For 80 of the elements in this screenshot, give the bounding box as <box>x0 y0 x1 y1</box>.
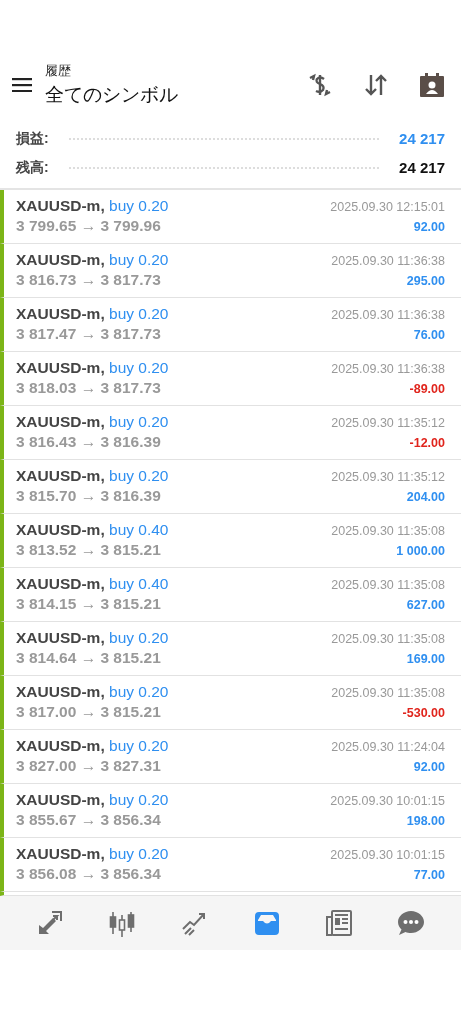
deal-title: XAUUSD-m, buy 0.20 <box>16 413 169 431</box>
candlestick-icon <box>108 909 137 937</box>
deal-prices: 3 817.00 → 3 815.21 <box>16 703 161 721</box>
deal-row[interactable]: XAUUSD-m, buy 0.20 2025.09.30 10:01:15 3 855.67 → 3 856.34 198.00 <box>0 784 461 838</box>
chat-icon <box>396 909 425 937</box>
deal-row[interactable]: XAUUSD-m, buy 0.20 2025.09.30 11:24:04 3 827.00 → 3 827.31 92.00 <box>0 730 461 784</box>
deal-row[interactable]: XAUUSD-m, buy 0.20 2025.09.30 12:15:01 3 799.65 → 3 799.96 92.00 <box>0 190 461 244</box>
deal-title: XAUUSD-m, buy 0.20 <box>16 467 169 485</box>
newspaper-icon <box>324 909 353 937</box>
deal-profit: 204.00 <box>406 490 445 504</box>
deal-row[interactable]: XAUUSD-m, buy 0.20 2025.09.30 10:01:15 3 856.08 → 3 856.34 77.00 <box>0 838 461 892</box>
deal-prices: 3 855.67 → 3 856.34 <box>16 811 161 829</box>
deal-profit: 627.00 <box>406 598 445 612</box>
menu-icon[interactable] <box>12 78 32 92</box>
deal-title: XAUUSD-m, buy 0.40 <box>16 521 169 539</box>
header-title[interactable]: 全てのシンボル <box>45 82 307 108</box>
deal-prices: 3 814.64 → 3 815.21 <box>16 649 161 667</box>
deal-prices: 3 816.43 → 3 816.39 <box>16 433 161 451</box>
deal-time: 2025.09.30 11:35:08 <box>331 686 445 700</box>
arrows-icon <box>36 909 65 937</box>
deal-row[interactable]: XAUUSD-m, buy 0.20 2025.09.30 11:35:08 3 817.00 → 3 815.21 -530.00 <box>0 676 461 730</box>
deal-title: XAUUSD-m, buy 0.20 <box>16 737 169 755</box>
deal-profit: 92.00 <box>413 760 445 774</box>
deal-profit: 169.00 <box>406 652 445 666</box>
deal-time: 2025.09.30 11:35:12 <box>331 416 445 430</box>
deal-prices: 3 799.65 → 3 799.96 <box>16 217 161 235</box>
inbox-icon <box>252 909 281 937</box>
deal-prices: 3 816.73 → 3 817.73 <box>16 271 161 289</box>
deal-profit: 76.00 <box>413 328 445 342</box>
currency-exchange-icon[interactable] <box>307 72 333 98</box>
deal-prices: 3 815.70 → 3 816.39 <box>16 487 161 505</box>
summary-value: 24 217 <box>399 130 445 147</box>
deal-title: XAUUSD-m, buy 0.20 <box>16 359 169 377</box>
deal-profit: 198.00 <box>406 814 445 828</box>
summary-label: 損益: <box>16 129 49 148</box>
deal-time: 2025.09.30 11:35:08 <box>331 578 445 592</box>
calendar-person-icon[interactable] <box>419 72 445 98</box>
deal-prices: 3 813.52 → 3 815.21 <box>16 541 161 559</box>
deal-time: 2025.09.30 12:15:01 <box>330 200 445 214</box>
deal-time: 2025.09.30 10:01:15 <box>330 794 445 808</box>
deal-profit: -530.00 <box>402 706 445 720</box>
deal-time: 2025.09.30 11:36:38 <box>331 362 445 376</box>
deal-profit: 295.00 <box>406 274 445 288</box>
deal-title: XAUUSD-m, buy 0.20 <box>16 683 169 701</box>
deal-prices: 3 818.03 → 3 817.73 <box>16 379 161 397</box>
deal-row[interactable]: XAUUSD-m, buy 0.20 2025.09.30 11:35:08 3 814.64 → 3 815.21 169.00 <box>0 622 461 676</box>
deal-profit: 92.00 <box>413 220 445 234</box>
deal-time: 2025.09.30 11:35:08 <box>331 524 445 538</box>
deal-time: 2025.09.30 11:24:04 <box>331 740 445 754</box>
deal-row[interactable]: XAUUSD-m, buy 0.20 2025.09.30 11:36:38 3 817.47 → 3 817.73 76.00 <box>0 298 461 352</box>
deal-title: XAUUSD-m, buy 0.20 <box>16 197 169 215</box>
deal-profit: -12.00 <box>409 436 445 450</box>
summary-value: 24 217 <box>399 159 445 176</box>
deal-profit: 77.00 <box>413 868 445 882</box>
deal-time: 2025.09.30 11:35:08 <box>331 632 445 646</box>
deal-title: XAUUSD-m, buy 0.20 <box>16 845 169 863</box>
deal-title: XAUUSD-m, buy 0.20 <box>16 305 169 323</box>
deal-row[interactable]: XAUUSD-m, buy 0.20 2025.09.30 11:36:38 3 818.03 → 3 817.73 -89.00 <box>0 352 461 406</box>
deal-time: 2025.09.30 11:36:38 <box>331 308 445 322</box>
deal-profit: 1 000.00 <box>396 544 445 558</box>
deal-time: 2025.09.30 11:36:38 <box>331 254 445 268</box>
deal-row[interactable]: XAUUSD-m, buy 0.20 2025.09.30 11:35:12 3 816.43 → 3 816.39 -12.00 <box>0 406 461 460</box>
deal-prices: 3 827.00 → 3 827.31 <box>16 757 161 775</box>
deal-row[interactable]: XAUUSD-m, buy 0.40 2025.09.30 11:35:08 3 813.52 → 3 815.21 1 000.00 <box>0 514 461 568</box>
header-subtitle: 履歴 <box>45 62 72 80</box>
deal-title: XAUUSD-m, buy 0.40 <box>16 575 169 593</box>
deal-prices: 3 817.47 → 3 817.73 <box>16 325 161 343</box>
deal-time: 2025.09.30 10:01:15 <box>330 848 445 862</box>
sort-icon[interactable] <box>363 72 389 98</box>
deal-row[interactable]: XAUUSD-m, buy 0.20 2025.09.30 11:36:38 3 816.73 → 3 817.73 295.00 <box>0 244 461 298</box>
deal-title: XAUUSD-m, buy 0.20 <box>16 251 169 269</box>
deal-time: 2025.09.30 11:35:12 <box>331 470 445 484</box>
summary-label: 残高: <box>16 158 49 177</box>
deal-title: XAUUSD-m, buy 0.20 <box>16 791 169 809</box>
deal-prices: 3 856.08 → 3 856.34 <box>16 865 161 883</box>
deal-title: XAUUSD-m, buy 0.20 <box>16 629 169 647</box>
deal-row[interactable]: XAUUSD-m, buy 0.40 2025.09.30 11:35:08 3 814.15 → 3 815.21 627.00 <box>0 568 461 622</box>
deal-profit: -89.00 <box>409 382 445 396</box>
deal-prices: 3 814.15 → 3 815.21 <box>16 595 161 613</box>
deal-row[interactable]: XAUUSD-m, buy 0.20 2025.09.30 11:35:12 3 815.70 → 3 816.39 204.00 <box>0 460 461 514</box>
